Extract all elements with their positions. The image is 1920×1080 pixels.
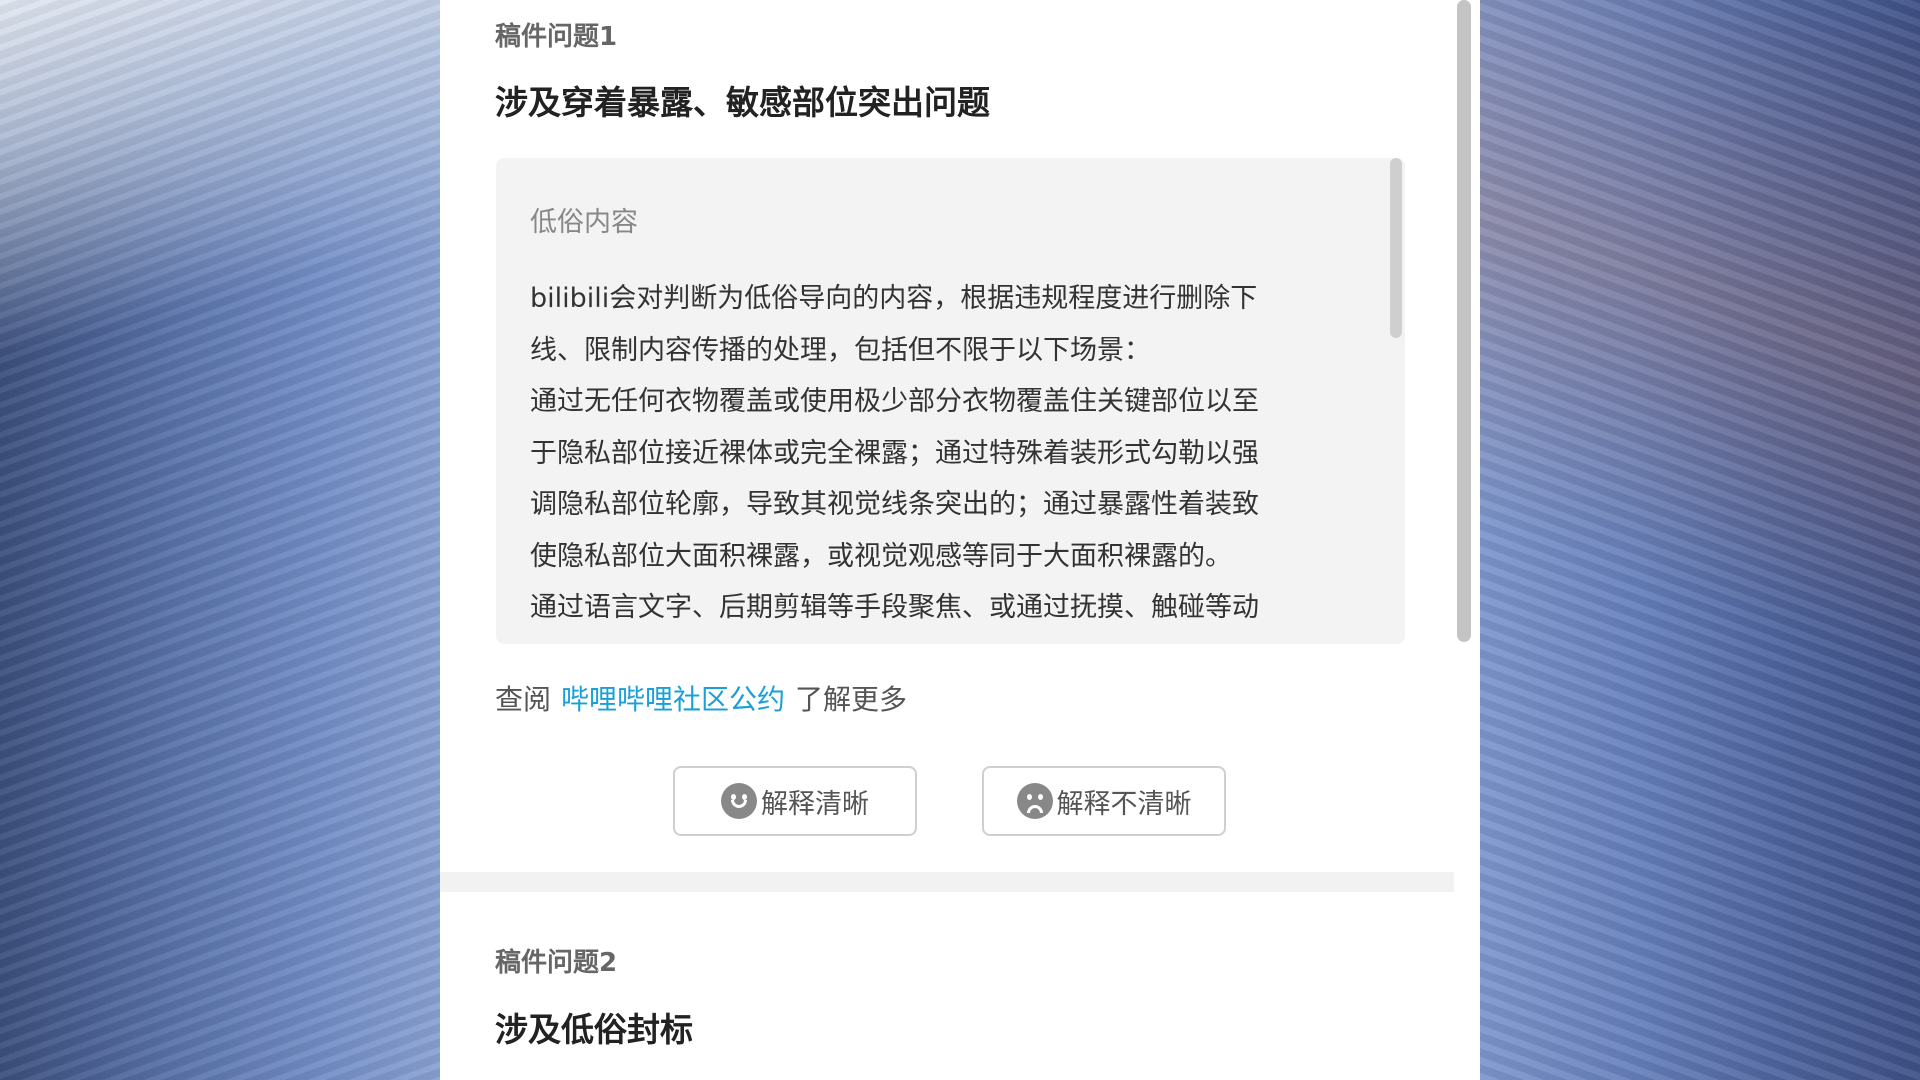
rule-body: bilibili会对判断为低俗导向的内容，根据违规程度进行删除下 线、限制内容传… [530, 273, 1350, 634]
rule-line: 调隐私部位轮廓，导致其视觉线条突出的；通过暴露性着装致 [530, 489, 1259, 520]
explanation-clear-button[interactable]: 解释清晰 [673, 766, 917, 836]
issue-1-title: 涉及穿着暴露、敏感部位突出问题 [495, 83, 990, 122]
rule-line: 线、限制内容传播的处理，包括但不限于以下场景： [530, 334, 1151, 366]
rule-box-scrollbar[interactable] [1390, 158, 1402, 338]
community-guidelines-link[interactable]: 哔哩哔哩社区公约 [561, 683, 785, 716]
sad-face-icon [1016, 783, 1053, 819]
background-right [1480, 0, 1920, 1080]
rule-line: 使隐私部位大面积裸露，或视觉观感等同于大面积裸露的。 [530, 540, 1232, 572]
page-scrollbar[interactable] [1457, 0, 1471, 642]
smile-face-icon [721, 783, 757, 819]
issue-2-number: 稿件问题2 [495, 948, 618, 978]
rule-line: bilibili会对判断为低俗导向的内容，根据违规程度进行删除下 [530, 283, 1258, 314]
learn-more-prefix: 查阅 [495, 683, 552, 716]
explanation-unclear-button[interactable]: 解释不清晰 [982, 766, 1226, 836]
issue-1-number: 稿件问题1 [495, 22, 618, 52]
issue-2-title: 涉及低俗封标 [495, 1010, 693, 1049]
learn-more-line: 查阅 哔哩哔哩社区公约 了解更多 [495, 678, 907, 718]
rule-line: 通过无任何衣物覆盖或使用极少部分衣物覆盖住关键部位以至 [530, 386, 1259, 417]
rule-line: 于隐私部位接近裸体或完全裸露；通过特殊着装形式勾勒以强 [530, 437, 1259, 469]
explanation-unclear-label: 解释不清晰 [1056, 788, 1192, 820]
section-divider [440, 872, 1455, 892]
background-left [0, 0, 440, 1080]
rule-line: 通过语言文字、后期剪辑等手段聚焦、或通过抚摸、触碰等动 [530, 592, 1259, 623]
rule-box[interactable]: 低俗内容 bilibili会对判断为低俗导向的内容，根据违规程度进行删除下 线、… [496, 158, 1405, 644]
explanation-clear-label: 解释清晰 [761, 788, 869, 820]
learn-more-suffix: 了解更多 [795, 683, 908, 716]
rule-heading: 低俗内容 [530, 207, 638, 238]
